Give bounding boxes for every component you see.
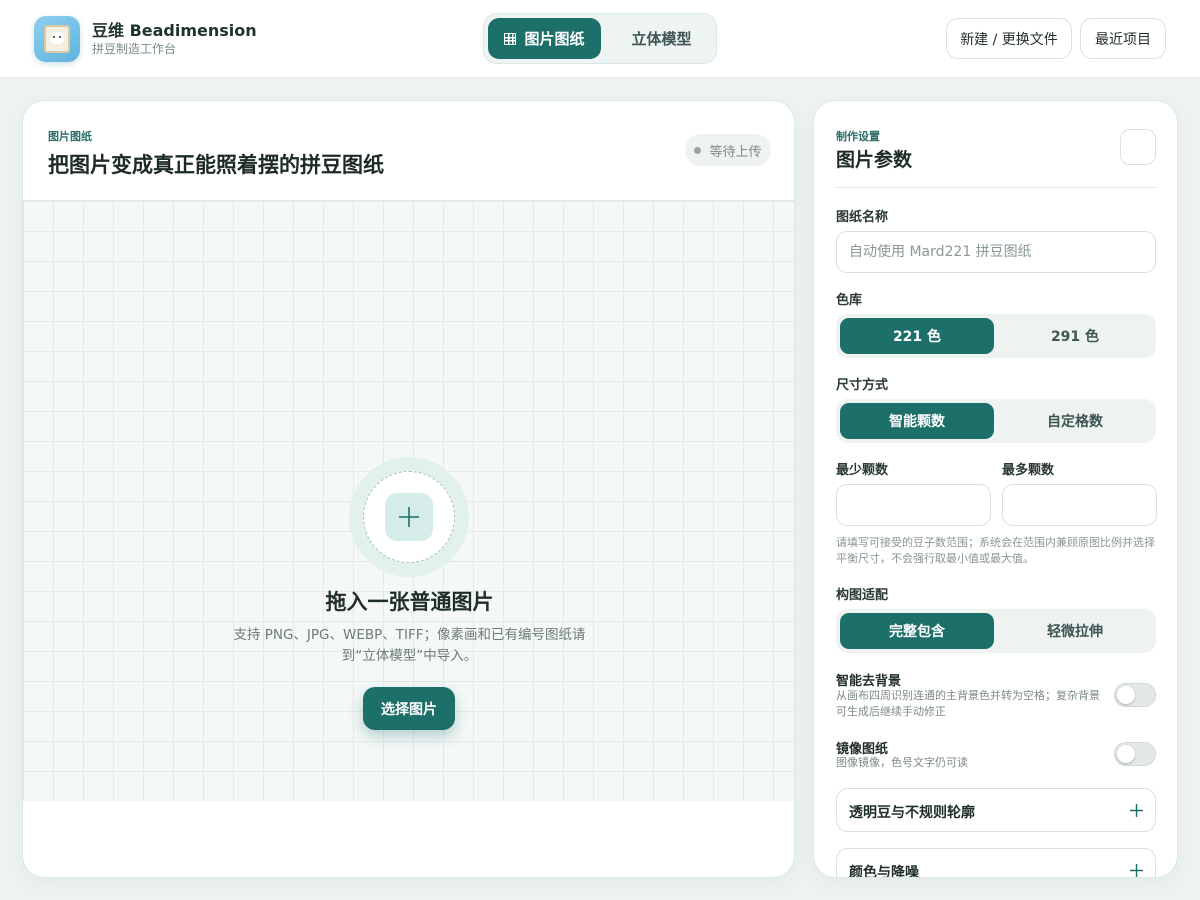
toggle-knob bbox=[1117, 745, 1135, 763]
max-beads-label: 最多颗数 bbox=[1002, 463, 1055, 478]
settings-title: 图片参数 bbox=[836, 149, 913, 171]
drop-description-line1: 支持 PNG、JPG、WEBP、TIFF；像素画和已有编号图纸请 bbox=[233, 627, 586, 643]
size-mode-label: 尺寸方式 bbox=[836, 378, 889, 393]
brand-subtitle: 拼豆制造工作台 bbox=[92, 42, 177, 56]
app-logo-icon bbox=[34, 16, 80, 62]
toggle-knob bbox=[1117, 686, 1135, 704]
status-text: 等待上传 bbox=[709, 144, 762, 160]
grid-icon bbox=[504, 32, 517, 45]
status-dot-icon bbox=[694, 146, 702, 154]
size-option-smart[interactable]: 智能颗数 bbox=[840, 403, 994, 439]
upload-ring[interactable] bbox=[349, 457, 469, 577]
palette-label: 色库 bbox=[836, 293, 863, 308]
max-beads-input[interactable] bbox=[1002, 484, 1157, 526]
brand-title: 豆维 Beadimension bbox=[92, 21, 257, 40]
tab-image-pattern-label: 图片图纸 bbox=[524, 30, 585, 48]
pattern-name-input[interactable] bbox=[836, 231, 1156, 273]
tab-3d-model-label: 立体模型 bbox=[631, 30, 692, 48]
settings-eyebrow: 制作设置 bbox=[836, 130, 880, 143]
fit-option-stretch[interactable]: 轻微拉伸 bbox=[998, 613, 1152, 649]
tab-image-pattern[interactable]: 图片图纸 bbox=[488, 18, 601, 59]
workspace-eyebrow: 图片图纸 bbox=[48, 130, 92, 143]
brand[interactable]: 豆维 Beadimension 拼豆制造工作台 bbox=[34, 16, 257, 62]
plus-icon bbox=[385, 493, 433, 541]
recent-projects-button[interactable]: 最近项目 bbox=[1080, 18, 1166, 59]
size-option-custom[interactable]: 自定格数 bbox=[998, 403, 1152, 439]
fit-option-contain[interactable]: 完整包含 bbox=[840, 613, 994, 649]
remove-bg-desc: 从画布四周识别连通的主背景色并转为空格；复杂背景可生成后继续手动修正 bbox=[836, 689, 1100, 718]
size-mode-segmented: 智能颗数 自定格数 bbox=[836, 399, 1156, 443]
plus-icon bbox=[1130, 804, 1143, 817]
top-bar: 豆维 Beadimension 拼豆制造工作台 图片图纸 立体模型 新建 / 更… bbox=[0, 0, 1200, 78]
accordion-color-denoise[interactable]: 颜色与降噪 bbox=[836, 848, 1156, 878]
remove-bg-toggle[interactable] bbox=[1114, 683, 1156, 707]
page-title: 把图片变成真正能照着摆的拼豆图纸 bbox=[48, 153, 384, 177]
new-file-button[interactable]: 新建 / 更换文件 bbox=[946, 18, 1072, 59]
status-badge: 等待上传 bbox=[685, 134, 771, 166]
palette-option-221[interactable]: 221 色 bbox=[840, 318, 994, 354]
drop-description-line2: 到“立体模型”中导入。 bbox=[341, 648, 478, 664]
drop-description: 支持 PNG、JPG、WEBP、TIFF；像素画和已有编号图纸请 到“立体模型”… bbox=[223, 625, 596, 667]
mirror-toggle[interactable] bbox=[1114, 742, 1156, 766]
accordion-color-denoise-label: 颜色与降噪 bbox=[849, 865, 919, 878]
drop-title: 拖入一张普通图片 bbox=[325, 590, 494, 614]
workspace-card: 图片图纸 把图片变成真正能照着摆的拼豆图纸 等待上传 拖入一张普通图片 支持 P… bbox=[22, 100, 795, 878]
fit-segmented: 完整包含 轻微拉伸 bbox=[836, 609, 1156, 653]
min-beads-label: 最少颗数 bbox=[836, 463, 889, 478]
palette-segmented: 221 色 291 色 bbox=[836, 314, 1156, 358]
fit-label: 构图适配 bbox=[836, 588, 889, 603]
settings-collapse-button[interactable] bbox=[1120, 129, 1156, 165]
workspace-header: 图片图纸 把图片变成真正能照着摆的拼豆图纸 等待上传 bbox=[23, 101, 794, 201]
tab-3d-model[interactable]: 立体模型 bbox=[609, 18, 714, 59]
name-label: 图纸名称 bbox=[836, 210, 889, 225]
divider bbox=[836, 187, 1156, 188]
size-hint: 请填写可接受的豆子数范围；系统会在范围内兼顾原图比例并选择平衡尺寸，不会强行取最… bbox=[836, 536, 1155, 565]
drop-zone[interactable]: 拖入一张普通图片 支持 PNG、JPG、WEBP、TIFF；像素画和已有编号图纸… bbox=[23, 201, 794, 801]
choose-image-button[interactable]: 选择图片 bbox=[363, 687, 455, 730]
plus-icon bbox=[1130, 864, 1143, 877]
palette-option-291[interactable]: 291 色 bbox=[998, 318, 1152, 354]
remove-bg-title: 智能去背景 bbox=[836, 674, 902, 689]
mirror-desc: 图像镜像，色号文字仍可读 bbox=[836, 756, 968, 769]
accordion-transparency-label: 透明豆与不规则轮廓 bbox=[849, 805, 975, 821]
mode-switch: 图片图纸 立体模型 bbox=[483, 13, 717, 64]
accordion-transparency[interactable]: 透明豆与不规则轮廓 bbox=[836, 788, 1156, 832]
settings-panel: 制作设置 图片参数 图纸名称 色库 221 色 291 色 尺寸方式 智能颗数 … bbox=[813, 100, 1178, 878]
min-beads-input[interactable] bbox=[836, 484, 991, 526]
